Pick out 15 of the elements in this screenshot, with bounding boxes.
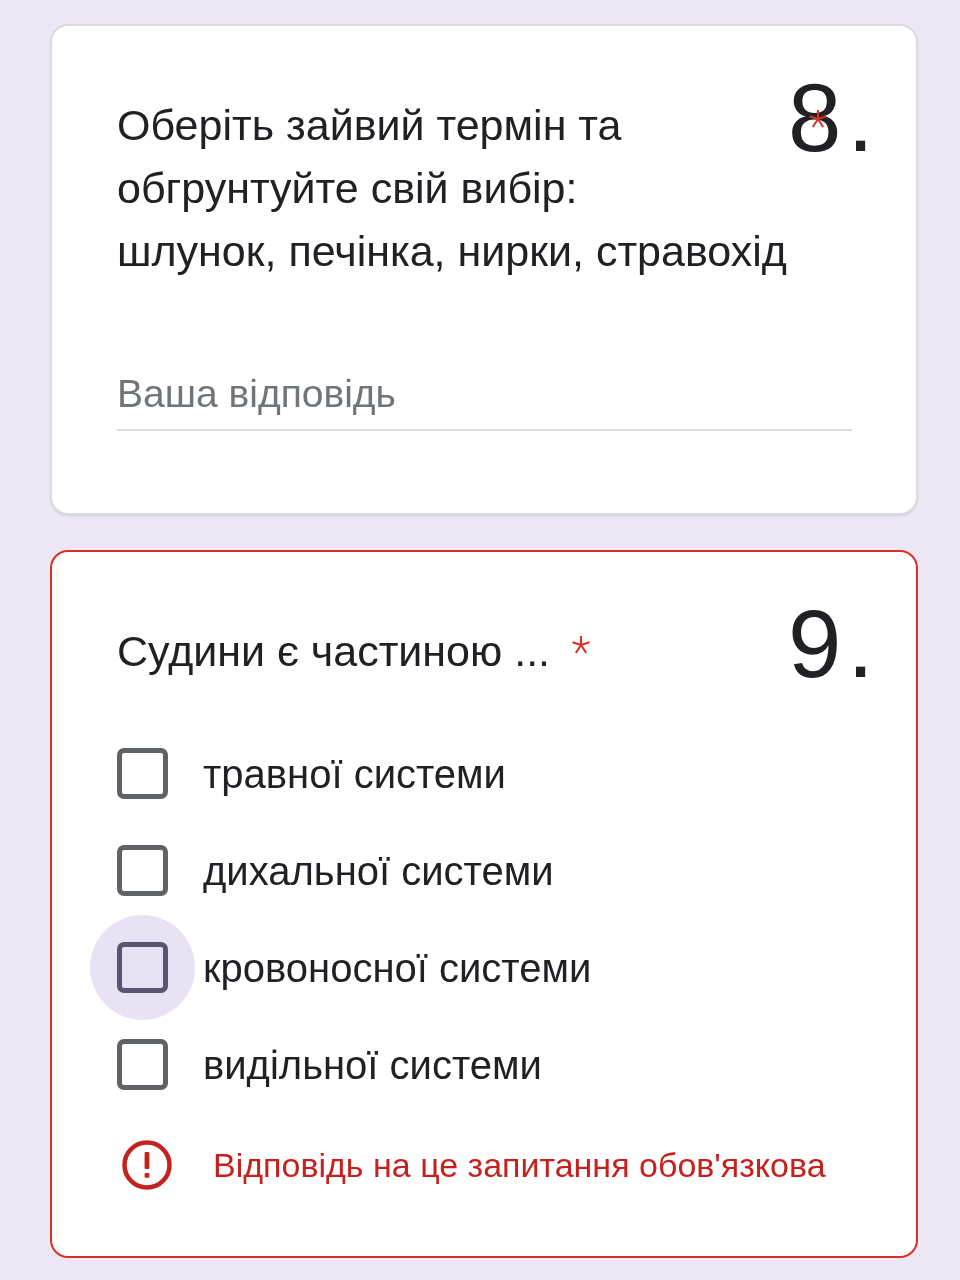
option-label[interactable]: дихальної системи: [203, 846, 554, 895]
checkbox[interactable]: [117, 748, 168, 799]
option-label[interactable]: видільної системи: [203, 1040, 542, 1089]
error-message: Відповідь на це запитання обов'язкова: [213, 1145, 826, 1186]
checkbox[interactable]: [117, 942, 168, 993]
option-label[interactable]: кровоносної системи: [203, 943, 592, 992]
question-title: Оберіть зайвий термін та обгрунтуйте свій вибір: шлунок, печінка, нирки, стравохід: [117, 100, 787, 277]
option-label[interactable]: травної системи: [203, 749, 506, 798]
checkbox[interactable]: [117, 1039, 168, 1090]
question-number: 8.: [787, 70, 880, 166]
question-title: Судини є частиною ...: [117, 626, 551, 677]
error-icon: [122, 1140, 172, 1190]
checkbox[interactable]: [117, 845, 168, 896]
answer-field[interactable]: Ваша відповідь: [117, 371, 852, 431]
question-number: 9.: [787, 596, 880, 692]
